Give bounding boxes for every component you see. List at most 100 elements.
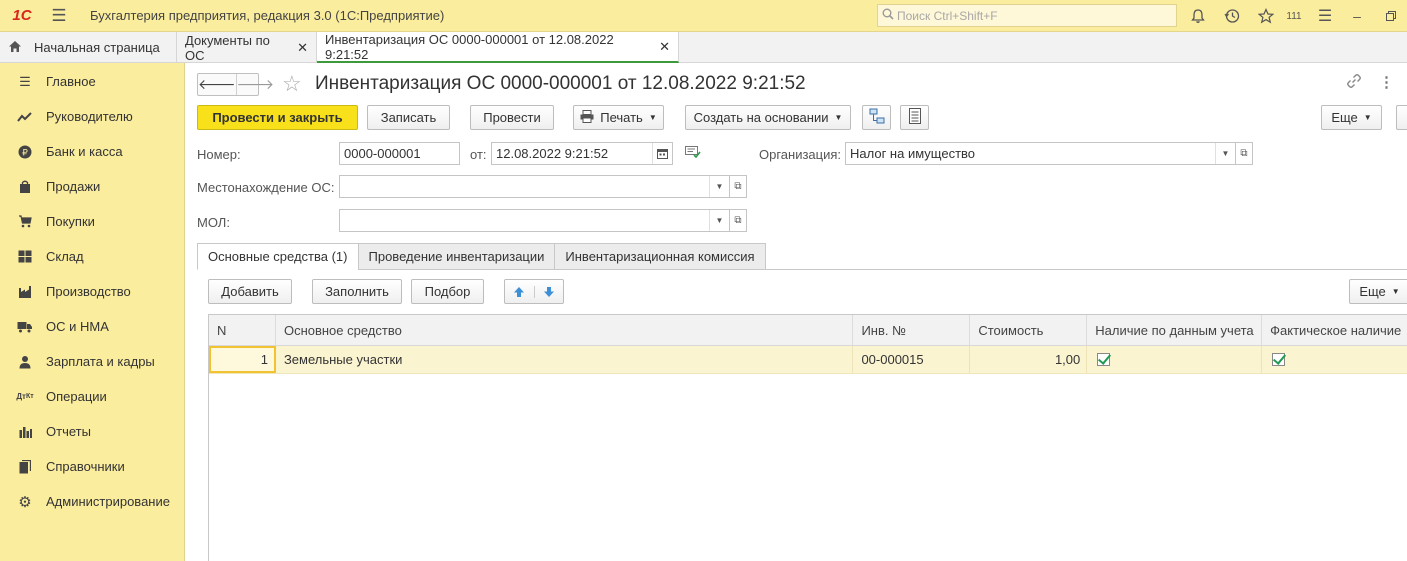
post-and-close-button[interactable]: Провести и закрыть xyxy=(197,105,358,130)
book-presence-checkbox[interactable] xyxy=(1097,353,1111,366)
move-down-icon[interactable] xyxy=(535,286,564,298)
number-value: 0000-000001 xyxy=(344,146,421,161)
add-row-button[interactable]: Добавить xyxy=(208,279,292,304)
more-button[interactable]: Еще ▼ xyxy=(1321,105,1382,130)
user-badge[interactable]: 111 xyxy=(1283,0,1305,32)
back-arrow-icon[interactable]: 🡐 xyxy=(198,74,236,95)
settings-menu-icon[interactable]: ☰ xyxy=(1313,0,1337,32)
sidebar-item-salary[interactable]: Зарплата и кадры xyxy=(0,344,184,379)
main-menu-icon[interactable]: ☰ xyxy=(44,6,74,26)
search-icon xyxy=(882,8,894,23)
more-vertical-icon[interactable]: ⋮ xyxy=(1379,73,1394,91)
tab-os-documents[interactable]: Документы по ОС ✕ xyxy=(177,32,317,63)
movements-report-button[interactable] xyxy=(900,105,929,130)
tab-fixed-assets[interactable]: Основные средства (1) xyxy=(197,243,359,270)
bar-chart-icon xyxy=(16,426,34,438)
forward-arrow-icon[interactable]: 🡒 xyxy=(235,74,274,95)
actual-presence-checkbox[interactable] xyxy=(1272,353,1286,366)
report-list-icon xyxy=(908,108,921,127)
cell-cost[interactable]: 1,00 xyxy=(970,346,1088,373)
more-label: Еще xyxy=(1331,110,1358,125)
sidebar-item-purchases[interactable]: Покупки xyxy=(0,204,184,239)
selection-button[interactable]: Подбор xyxy=(411,279,484,304)
global-search[interactable] xyxy=(877,4,1177,27)
location-label: Местонахождение ОС: xyxy=(197,180,335,195)
sidebar-item-label: Руководителю xyxy=(46,109,133,124)
tab-inventory-commission[interactable]: Инвентаризационная комиссия xyxy=(554,243,766,270)
table-more-button[interactable]: Еще ▼ xyxy=(1349,279,1407,304)
cell-inv-number[interactable]: 00-000015 xyxy=(853,346,971,373)
cell-n[interactable]: 1 xyxy=(209,346,276,373)
sidebar-item-fixed-assets[interactable]: ОС и НМА xyxy=(0,309,184,344)
mol-label: МОЛ: xyxy=(197,215,230,230)
cell-actual-presence[interactable] xyxy=(1262,346,1407,373)
structure-button[interactable] xyxy=(862,105,891,130)
chevron-down-icon[interactable]: ▼ xyxy=(709,210,729,231)
open-windows-bar: Начальная страница Документы по ОС ✕ Инв… xyxy=(0,32,1407,63)
column-header-book-presence[interactable]: Наличие по данным учета xyxy=(1087,315,1263,346)
open-location-icon[interactable]: ⧉ xyxy=(729,175,747,198)
date-field[interactable]: 12.08.2022 9:21:52 xyxy=(491,142,673,165)
favorites-star-icon[interactable] xyxy=(1253,0,1279,32)
help-button[interactable] xyxy=(1396,105,1407,130)
restore-window-icon[interactable] xyxy=(1382,0,1400,32)
person-icon xyxy=(16,355,34,369)
column-header-n[interactable]: N xyxy=(209,315,276,346)
minimize-icon[interactable]: – xyxy=(1348,0,1366,32)
link-icon[interactable] xyxy=(1346,73,1362,93)
app-logo: 1С xyxy=(12,7,32,24)
tab-inventory-document[interactable]: Инвентаризация ОС 0000-000001 от 12.08.2… xyxy=(317,32,679,63)
calendar-icon[interactable] xyxy=(652,143,672,164)
move-up-icon[interactable] xyxy=(505,285,535,298)
sidebar-item-catalogs[interactable]: Справочники xyxy=(0,449,184,484)
sidebar-item-sales[interactable]: Продажи xyxy=(0,169,184,204)
search-input[interactable] xyxy=(897,8,1167,23)
chevron-down-icon: ▼ xyxy=(648,113,657,122)
cell-asset[interactable]: Земельные участки xyxy=(276,346,854,373)
create-based-on-button[interactable]: Создать на основании ▼ xyxy=(685,105,851,130)
sidebar-item-manager[interactable]: Руководителю xyxy=(0,99,184,134)
chevron-down-icon[interactable]: ▼ xyxy=(709,176,729,197)
history-icon[interactable] xyxy=(1219,0,1245,32)
sidebar-item-production[interactable]: Производство xyxy=(0,274,184,309)
sidebar-item-reports[interactable]: Отчеты xyxy=(0,414,184,449)
organization-field[interactable]: Налог на имущество ▼ xyxy=(845,142,1236,165)
chevron-down-icon: ▼ xyxy=(1363,113,1372,122)
fill-button[interactable]: Заполнить xyxy=(312,279,402,304)
favorite-star-icon[interactable]: ☆ xyxy=(282,71,302,97)
close-icon[interactable]: ✕ xyxy=(297,40,308,56)
sidebar-item-operations[interactable]: Дт Кт Операции xyxy=(0,379,184,414)
sidebar-item-bank[interactable]: ₽ Банк и касса xyxy=(0,134,184,169)
comment-icon[interactable] xyxy=(685,146,701,161)
column-header-cost[interactable]: Стоимость xyxy=(970,315,1088,346)
tab-label: Инвентаризация ОС 0000-000001 от 12.08.2… xyxy=(325,31,614,62)
tab-inventory-conduct[interactable]: Проведение инвентаризации xyxy=(357,243,556,270)
page-title: Инвентаризация ОС 0000-000001 от 12.08.2… xyxy=(315,73,806,94)
save-button[interactable]: Записать xyxy=(367,105,450,130)
number-field[interactable]: 0000-000001 xyxy=(339,142,460,165)
sidebar-item-label: ОС и НМА xyxy=(46,319,109,334)
location-field[interactable]: ▼ xyxy=(339,175,730,198)
sidebar-item-administration[interactable]: ⚙ Администрирование xyxy=(0,484,184,519)
column-header-asset[interactable]: Основное средство xyxy=(276,315,854,346)
cell-book-presence[interactable] xyxy=(1087,346,1263,373)
mol-field[interactable]: ▼ xyxy=(339,209,730,232)
create-based-label: Создать на основании xyxy=(693,110,829,125)
column-header-actual-presence[interactable]: Фактическое наличие xyxy=(1262,315,1407,346)
post-button[interactable]: Провести xyxy=(470,105,554,130)
organization-value: Налог на имущество xyxy=(850,146,976,161)
chevron-down-icon[interactable]: ▼ xyxy=(1215,143,1235,164)
chevron-down-icon: ▼ xyxy=(834,113,843,122)
bell-icon[interactable] xyxy=(1185,0,1211,32)
fixed-assets-table[interactable]: N Основное средство Инв. № Стоимость Нал… xyxy=(208,314,1407,561)
column-header-inv-number[interactable]: Инв. № xyxy=(853,315,971,346)
sidebar-item-main[interactable]: ☰ Главное xyxy=(0,64,184,99)
close-icon[interactable]: ✕ xyxy=(659,39,670,55)
sidebar-item-warehouse[interactable]: Склад xyxy=(0,239,184,274)
tab-home[interactable]: Начальная страница xyxy=(0,32,177,63)
print-button[interactable]: Печать ▼ xyxy=(573,105,664,130)
open-organization-icon[interactable]: ⧉ xyxy=(1235,142,1253,165)
menu-icon: ☰ xyxy=(19,73,31,89)
open-mol-icon[interactable]: ⧉ xyxy=(729,209,747,232)
table-row[interactable]: 1 Земельные участки 00-000015 1,00 xyxy=(209,346,1407,374)
